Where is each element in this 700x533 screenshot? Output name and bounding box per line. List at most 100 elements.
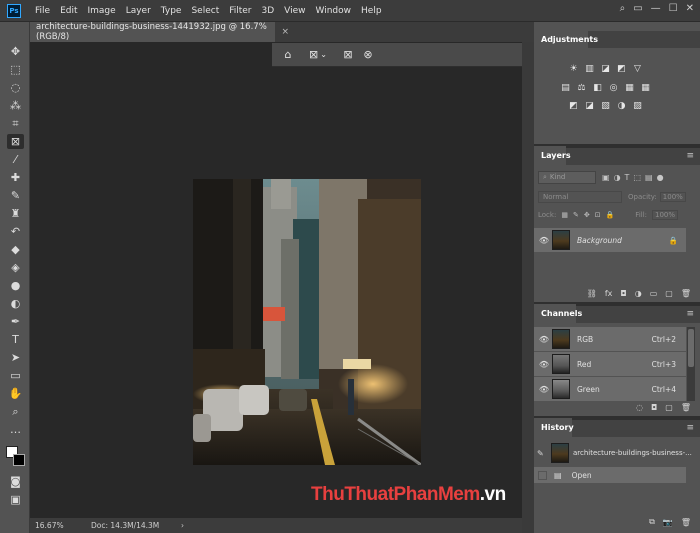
curves-icon[interactable]: ◪ [600, 64, 611, 74]
adjustments-tab[interactable]: Adjustments [534, 31, 598, 48]
home-icon[interactable]: ⌂ [278, 46, 298, 64]
channels-scrollbar[interactable] [687, 327, 695, 401]
invert-icon[interactable]: ◩ [568, 101, 579, 111]
history-panel-menu-icon[interactable]: ≡ [686, 423, 694, 433]
menu-file[interactable]: File [30, 6, 55, 16]
exposure-icon[interactable]: ◩ [616, 64, 627, 74]
minimize-button[interactable]: — [651, 3, 661, 14]
menu-filter[interactable]: Filter [224, 6, 256, 16]
elliptical-frame-button[interactable]: ⊗ [358, 46, 378, 64]
channels-panel-menu-icon[interactable]: ≡ [686, 309, 694, 319]
channel-row-red[interactable]: 👁 Red Ctrl+3 [534, 352, 686, 376]
menu-3d[interactable]: 3D [257, 6, 280, 16]
filter-smart-object-icon[interactable]: ▤ [645, 173, 653, 182]
photo-filter-icon[interactable]: ◎ [608, 83, 619, 93]
history-brush-source-icon[interactable]: ✎ [537, 449, 551, 458]
menu-edit[interactable]: Edit [55, 6, 82, 16]
history-tab[interactable]: History [534, 418, 574, 437]
black-white-icon[interactable]: ◧ [592, 83, 603, 93]
menu-image[interactable]: Image [83, 6, 121, 16]
eyedropper-tool-icon[interactable]: ⁄ [7, 152, 24, 167]
shape-tool-icon[interactable]: ▭ [7, 368, 24, 383]
channels-tab[interactable]: Channels [534, 304, 582, 323]
menu-type[interactable]: Type [156, 6, 187, 16]
layer-kind-filter[interactable]: ⌕ Kind [538, 170, 596, 184]
quick-selection-tool-icon[interactable]: ⁂ [7, 98, 24, 113]
channel-mixer-icon[interactable]: ▦ [624, 83, 635, 93]
new-channel-icon[interactable]: ▢ [665, 403, 673, 412]
vibrance-icon[interactable]: ▽ [632, 64, 643, 74]
fill-field[interactable]: 100% [652, 209, 679, 220]
channels-scroll-thumb[interactable] [688, 329, 694, 367]
history-step-row[interactable]: ▤ Open [534, 467, 686, 483]
rectangular-frame-button[interactable]: ⊠ [338, 46, 358, 64]
lock-all-icon[interactable]: 🔒 [606, 211, 615, 219]
move-tool-icon[interactable]: ✥ [7, 44, 24, 59]
hand-tool-icon[interactable]: ✋ [7, 386, 24, 401]
color-balance-icon[interactable]: ⚖ [576, 83, 587, 93]
color-swatches[interactable] [6, 446, 26, 468]
dodge-tool-icon[interactable]: ◐ [7, 296, 24, 311]
menu-help[interactable]: Help [356, 6, 387, 16]
eraser-tool-icon[interactable]: ◆ [7, 242, 24, 257]
load-selection-icon[interactable]: ◌ [636, 403, 643, 412]
blend-mode-select[interactable]: Normal [538, 190, 622, 203]
zoom-level[interactable]: 16.67% [35, 521, 91, 530]
menu-window[interactable]: Window [311, 6, 357, 16]
new-document-from-state-icon[interactable]: ⧉ [649, 517, 655, 527]
new-layer-icon[interactable]: ▢ [665, 289, 673, 298]
visibility-eye-icon[interactable]: 👁 [538, 360, 550, 369]
color-lookup-icon[interactable]: ▦ [640, 83, 651, 93]
lasso-tool-icon[interactable]: ◌ [7, 80, 24, 95]
menu-select[interactable]: Select [186, 6, 224, 16]
zoom-tool-icon[interactable]: ⌕ [7, 404, 24, 419]
selective-color-icon[interactable]: ◑ [616, 101, 627, 111]
filter-type-icon[interactable]: T [625, 173, 630, 182]
hue-saturation-icon[interactable]: ▤ [560, 83, 571, 93]
close-button[interactable]: ✕ [686, 3, 694, 14]
path-selection-tool-icon[interactable]: ➤ [7, 350, 24, 365]
menu-view[interactable]: View [279, 6, 310, 16]
workspace-icon[interactable]: ▭ [633, 3, 642, 14]
lock-artboard-icon[interactable]: ⊡ [595, 211, 601, 219]
status-menu-arrow[interactable]: › [181, 521, 184, 530]
add-mask-icon[interactable]: ◘ [620, 289, 626, 298]
gradient-map-icon[interactable]: ▨ [632, 101, 643, 111]
new-group-icon[interactable]: ▭ [650, 289, 658, 298]
frame-tool-icon[interactable]: ⊠ [7, 134, 24, 149]
tool-preset-picker[interactable]: ⊠ ⌄ [308, 46, 328, 64]
document-tab[interactable]: architecture-buildings-business-1441932.… [30, 22, 289, 42]
maximize-button[interactable]: ☐ [669, 3, 678, 14]
layers-panel-menu-icon[interactable]: ≡ [686, 151, 694, 161]
step-checkbox[interactable] [538, 470, 547, 480]
filter-adjustment-icon[interactable]: ◑ [614, 173, 621, 182]
marquee-tool-icon[interactable]: ⬚ [7, 62, 24, 77]
blur-tool-icon[interactable]: ● [7, 278, 24, 293]
posterize-icon[interactable]: ◪ [584, 101, 595, 111]
paint-bucket-tool-icon[interactable]: ◈ [7, 260, 24, 275]
crop-tool-icon[interactable]: ⌗ [7, 116, 24, 131]
lock-transparent-icon[interactable]: ▦ [561, 211, 568, 219]
layer-name[interactable]: Background [577, 236, 622, 245]
threshold-icon[interactable]: ▧ [600, 101, 611, 111]
menu-layer[interactable]: Layer [121, 6, 156, 16]
visibility-eye-icon[interactable]: 👁 [538, 385, 550, 394]
save-selection-icon[interactable]: ◘ [651, 403, 657, 412]
levels-icon[interactable]: ▥ [584, 64, 595, 74]
visibility-eye-icon[interactable]: 👁 [538, 236, 550, 245]
link-layers-icon[interactable]: ⛓ [587, 289, 597, 298]
filter-toggle-icon[interactable]: ● [657, 173, 664, 182]
visibility-eye-icon[interactable]: 👁 [538, 335, 550, 344]
screen-mode-icon[interactable]: ▣ [7, 492, 24, 507]
channel-row-rgb[interactable]: 👁 RGB Ctrl+2 [534, 327, 686, 351]
filter-pixel-icon[interactable]: ▣ [602, 173, 610, 182]
delete-layer-icon[interactable]: 🗑 [681, 289, 691, 298]
type-tool-icon[interactable]: T [7, 332, 24, 347]
history-brush-tool-icon[interactable]: ↶ [7, 224, 24, 239]
delete-state-icon[interactable]: 🗑 [681, 518, 691, 527]
more-tools-icon[interactable]: … [7, 422, 24, 437]
lock-position-icon[interactable]: ✥ [584, 211, 590, 219]
brush-tool-icon[interactable]: ✎ [7, 188, 24, 203]
opacity-field[interactable]: 100% [659, 191, 686, 202]
quick-mask-icon[interactable]: ◙ [7, 474, 24, 489]
